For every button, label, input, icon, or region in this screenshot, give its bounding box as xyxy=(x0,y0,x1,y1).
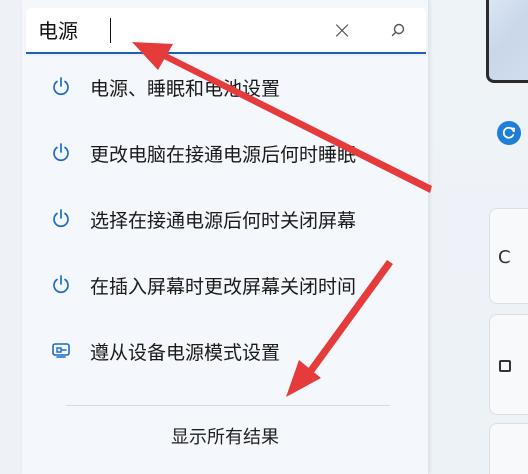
close-icon[interactable]: × xyxy=(330,16,354,44)
card-letter: C xyxy=(498,247,511,268)
device-mode-icon xyxy=(48,338,74,364)
right-card[interactable] xyxy=(489,423,528,474)
result-label: 选择在接通电源后何时关闭屏幕 xyxy=(90,209,357,232)
result-item[interactable]: 在插入屏幕时更改屏幕关闭时间 xyxy=(22,252,428,318)
preview-image xyxy=(486,0,528,83)
background-left-strip xyxy=(0,0,22,474)
search-icon[interactable] xyxy=(386,18,410,42)
divider xyxy=(66,405,390,406)
result-label: 电源、睡眠和电池设置 xyxy=(90,77,281,100)
text-caret xyxy=(110,18,111,43)
card-icon xyxy=(499,360,511,372)
screen: × 电源、睡眠和电池设置 xyxy=(0,0,528,474)
right-card[interactable]: C xyxy=(489,208,528,304)
search-results: 电源、睡眠和电池设置 更改电脑在接通电源后何时睡眠 选择在接通电源后何时关闭屏幕… xyxy=(22,54,428,384)
search-popup: × 电源、睡眠和电池设置 xyxy=(22,0,429,474)
result-label: 遵从设备电源模式设置 xyxy=(90,341,281,364)
power-icon xyxy=(48,140,74,166)
result-label: 更改电脑在接通电源后何时睡眠 xyxy=(90,143,357,166)
power-icon xyxy=(48,74,74,100)
show-all-results-link[interactable]: 显示所有结果 xyxy=(22,423,428,449)
refresh-icon[interactable] xyxy=(497,121,521,145)
result-label: 在插入屏幕时更改屏幕关闭时间 xyxy=(90,275,357,298)
result-item[interactable]: 电源、睡眠和电池设置 xyxy=(22,54,428,120)
search-input[interactable] xyxy=(38,16,318,42)
power-icon xyxy=(48,206,74,232)
result-item[interactable]: 选择在接通电源后何时关闭屏幕 xyxy=(22,186,428,252)
power-icon xyxy=(48,272,74,298)
result-item[interactable]: 遵从设备电源模式设置 xyxy=(22,318,428,384)
right-card[interactable] xyxy=(489,314,528,415)
result-item[interactable]: 更改电脑在接通电源后何时睡眠 xyxy=(22,120,428,186)
search-box[interactable]: × xyxy=(26,8,426,54)
